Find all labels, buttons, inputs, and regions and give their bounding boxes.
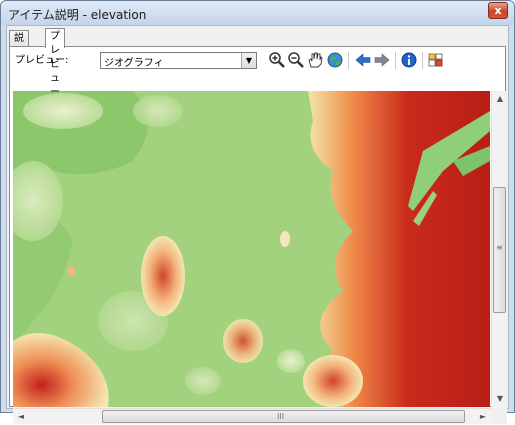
scroll-right-arrow-icon[interactable]: ► <box>475 409 491 425</box>
preview-type-value: ジオグラフィ <box>104 58 164 69</box>
forward-arrow-icon[interactable] <box>373 51 391 69</box>
vertical-scroll-thumb[interactable]: ≡ <box>493 187 506 313</box>
scrollbar-corner <box>491 408 507 424</box>
horizontal-scroll-thumb[interactable]: III <box>102 410 465 423</box>
close-button[interactable]: x <box>488 2 508 19</box>
vertical-scrollbar[interactable]: ▲ ≡ ▼ <box>491 91 507 407</box>
elevation-preview-map[interactable] <box>13 91 490 407</box>
dialog-client-area: 説明 プレビュー プレビュー: ジオグラフィ ▼ <box>6 25 509 424</box>
horizontal-scrollbar[interactable]: ◄ III ► <box>13 408 491 424</box>
toolbar-separator <box>348 52 349 69</box>
toolbar-separator <box>395 52 396 69</box>
preview-label: プレビュー: <box>15 55 69 66</box>
grip-icon: ≡ <box>496 243 503 252</box>
pan-hand-icon[interactable] <box>306 51 324 69</box>
identify-info-icon[interactable] <box>400 51 418 69</box>
scroll-left-arrow-icon[interactable]: ◄ <box>13 409 29 425</box>
zoom-in-icon[interactable] <box>268 51 286 69</box>
preview-panel: プレビュー: ジオグラフィ ▼ ▲ ≡ ▼ ◄ III ► <box>9 46 507 424</box>
toolbar-separator <box>422 52 423 69</box>
create-thumbnail-icon[interactable] <box>427 51 445 69</box>
item-description-window: アイテム説明 - elevation x 説明 プレビュー プレビュー: ジオグ… <box>0 0 515 424</box>
tab-description[interactable]: 説明 <box>9 30 29 58</box>
title-bar[interactable]: アイテム説明 - elevation x <box>1 1 514 25</box>
zoom-out-icon[interactable] <box>287 51 305 69</box>
tab-preview[interactable]: プレビュー <box>45 28 65 98</box>
chevron-down-icon: ▼ <box>241 53 256 68</box>
full-extent-globe-icon[interactable] <box>326 51 344 69</box>
window-title: アイテム説明 - elevation <box>8 8 147 22</box>
scroll-up-arrow-icon[interactable]: ▲ <box>492 91 508 107</box>
preview-type-dropdown[interactable]: ジオグラフィ ▼ <box>100 52 257 69</box>
back-arrow-icon[interactable] <box>354 51 372 69</box>
grip-icon: III <box>277 412 285 421</box>
scroll-down-arrow-icon[interactable]: ▼ <box>492 391 508 407</box>
